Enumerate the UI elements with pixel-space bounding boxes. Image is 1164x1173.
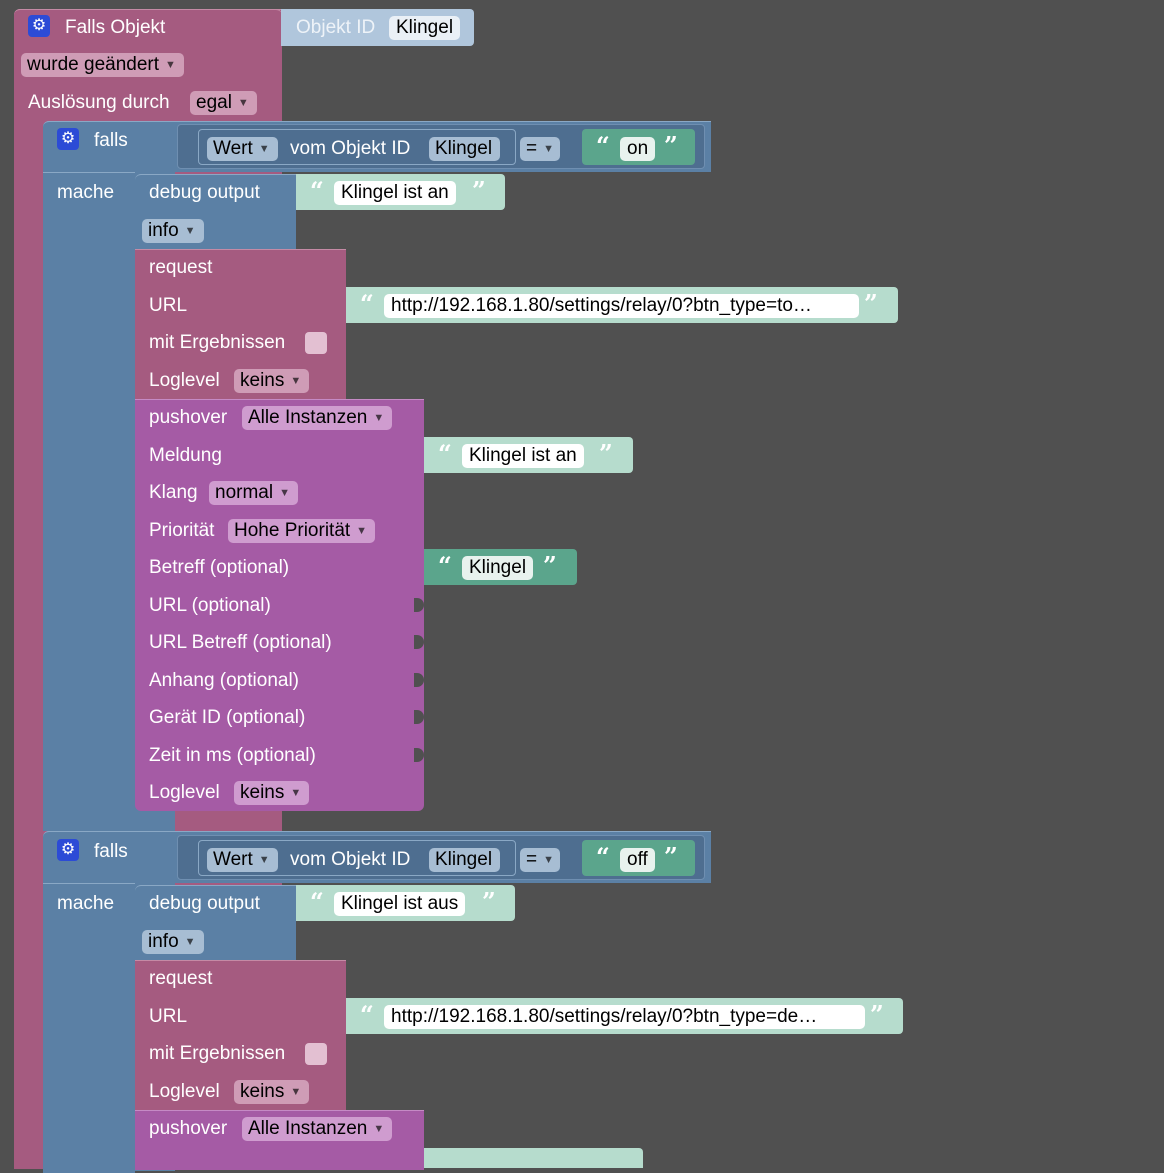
pushover-url-title-label: URL Betreff (optional): [149, 632, 332, 653]
quote-open-icon: “: [360, 1000, 374, 1029]
url-text-field[interactable]: http://192.168.1.80/settings/relay/0?btn…: [384, 1005, 865, 1029]
quote-open-icon: “: [310, 176, 324, 205]
value-mode-dropdown[interactable]: Wert ▼: [207, 848, 278, 872]
request-loglevel-label: Loglevel: [149, 370, 220, 391]
quote-open-icon: “: [310, 887, 324, 916]
trigger-by-dropdown[interactable]: egal ▼: [190, 91, 257, 115]
quote-close-icon: ”: [482, 887, 496, 916]
quote-open-icon: “: [360, 289, 374, 318]
request-loglevel-label: Loglevel: [149, 1081, 220, 1102]
dropdown-caret-icon: ▼: [279, 487, 290, 499]
request-url-label: URL: [149, 1006, 188, 1027]
pushover-message-label: Meldung: [149, 445, 222, 466]
quote-close-icon: ”: [870, 1000, 884, 1029]
quote-open-icon: “: [438, 439, 452, 468]
pushover-loglevel-dropdown[interactable]: keins ▼: [234, 781, 310, 805]
dropdown-caret-icon: ▼: [290, 1086, 302, 1098]
pushover-instance-dropdown[interactable]: Alle Instanzen ▼: [242, 406, 393, 430]
gear-icon[interactable]: ⚙: [57, 128, 79, 150]
pushover-priority-dropdown[interactable]: Hohe Priorität ▼: [228, 519, 376, 543]
gear-icon[interactable]: ⚙: [28, 15, 50, 37]
pushover-url-label: URL (optional): [149, 595, 271, 616]
subject-text-field[interactable]: Klingel: [462, 556, 534, 580]
quote-open-icon: “: [596, 842, 610, 871]
do-label: mache: [57, 893, 115, 914]
from-object-label: vom Objekt ID: [290, 138, 411, 159]
dropdown-caret-icon: ▼: [184, 225, 196, 237]
pushover-sound-dropdown[interactable]: normal ▼: [209, 481, 298, 505]
text-field[interactable]: on: [620, 137, 656, 161]
object-id-field[interactable]: Klingel: [389, 16, 461, 40]
dropdown-caret-icon: ▼: [373, 1123, 385, 1135]
dropdown-caret-icon: ▼: [184, 936, 196, 948]
results-checkbox[interactable]: [305, 1043, 327, 1065]
pushover-priority-label: Priorität: [149, 520, 215, 541]
pushover-instance-dropdown[interactable]: Alle Instanzen ▼: [242, 1117, 393, 1141]
dropdown-caret-icon: ▼: [356, 525, 368, 537]
message-text-block[interactable]: [424, 1148, 643, 1168]
if-block-2-do-arm: [43, 883, 135, 1173]
text-field[interactable]: off: [620, 848, 655, 872]
operator-dropdown[interactable]: = ▼: [520, 137, 560, 161]
dropdown-caret-icon: ▼: [258, 854, 270, 866]
from-object-label: vom Objekt ID: [290, 849, 411, 870]
quote-close-icon: ”: [664, 842, 678, 871]
debug-label: debug output: [149, 182, 260, 203]
dropdown-caret-icon: ▼: [290, 787, 302, 799]
dropdown-caret-icon: ▼: [543, 854, 554, 866]
debug-label: debug output: [149, 893, 260, 914]
pushover-sound-label: Klang: [149, 482, 198, 503]
quote-close-icon: ”: [543, 551, 557, 580]
debug-level-dropdown[interactable]: info ▼: [142, 219, 204, 243]
url-text-field[interactable]: http://192.168.1.80/settings/relay/0?btn…: [384, 294, 859, 318]
value-mode-dropdown[interactable]: Wert ▼: [207, 137, 278, 161]
request-loglevel-dropdown[interactable]: keins ▼: [234, 369, 310, 393]
results-checkbox[interactable]: [305, 332, 327, 354]
dropdown-caret-icon: ▼: [373, 412, 385, 424]
debug-text-field[interactable]: Klingel ist an: [334, 181, 456, 205]
quote-open-icon: “: [596, 131, 610, 160]
pushover-attachment-label: Anhang (optional): [149, 670, 299, 691]
do-label: mache: [57, 182, 115, 203]
request-url-label: URL: [149, 295, 188, 316]
if-label: falls: [94, 841, 128, 862]
operator-dropdown[interactable]: = ▼: [520, 848, 560, 872]
quote-close-icon: ”: [599, 439, 613, 468]
dropdown-caret-icon: ▼: [258, 143, 270, 155]
debug-level-dropdown[interactable]: info ▼: [142, 930, 204, 954]
pushover-time-label: Zeit in ms (optional): [149, 745, 316, 766]
object-dropdown[interactable]: Klingel: [429, 137, 501, 161]
if-block-1-do-arm: [43, 172, 135, 817]
dropdown-caret-icon: ▼: [237, 97, 249, 109]
trigger-by-label: Auslösung durch: [28, 92, 170, 113]
event-dropdown[interactable]: wurde geändert ▼: [21, 53, 184, 77]
object-id-label: Objekt ID: [296, 17, 376, 38]
message-text-field[interactable]: Klingel ist an: [462, 444, 584, 468]
request-title: request: [149, 968, 213, 989]
request-loglevel-dropdown[interactable]: keins ▼: [234, 1080, 310, 1104]
request-results-label: mit Ergebnissen: [149, 332, 286, 353]
object-dropdown[interactable]: Klingel: [429, 848, 501, 872]
quote-close-icon: ”: [472, 176, 486, 205]
trigger-title: Falls Objekt: [65, 17, 166, 38]
pushover-subject-label: Betreff (optional): [149, 557, 290, 578]
debug-text-field[interactable]: Klingel ist aus: [334, 892, 466, 916]
dropdown-caret-icon: ▼: [165, 59, 176, 71]
quote-open-icon: “: [438, 551, 452, 580]
pushover-title: pushover: [149, 1118, 228, 1139]
request-title: request: [149, 257, 213, 278]
gear-icon[interactable]: ⚙: [57, 839, 79, 861]
quote-close-icon: ”: [864, 289, 878, 318]
quote-close-icon: ”: [664, 131, 678, 160]
if-label: falls: [94, 130, 128, 151]
dropdown-caret-icon: ▼: [290, 375, 302, 387]
pushover-loglevel-label: Loglevel: [149, 782, 220, 803]
pushover-title: pushover: [149, 407, 228, 428]
dropdown-caret-icon: ▼: [543, 143, 554, 155]
request-results-label: mit Ergebnissen: [149, 1043, 286, 1064]
pushover-device-label: Gerät ID (optional): [149, 707, 306, 728]
